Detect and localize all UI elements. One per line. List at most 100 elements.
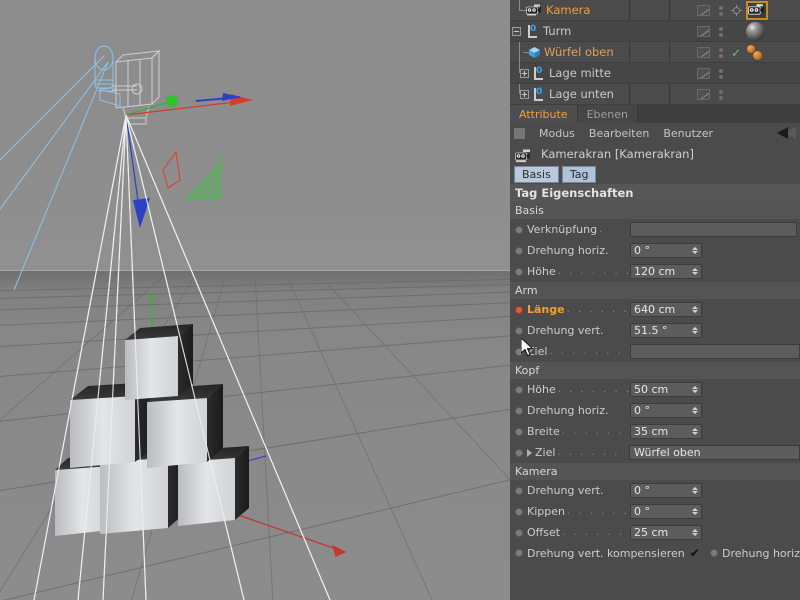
dynamics-tag[interactable] xyxy=(746,43,770,63)
visibility-toggle[interactable] xyxy=(692,47,714,58)
property-row-breite[interactable]: Breite . . . . . . . . 35 cm xyxy=(510,421,800,442)
checkbox-kompensieren[interactable]: ✔ xyxy=(690,546,700,560)
tag-column[interactable] xyxy=(744,22,800,41)
spinner-icon[interactable] xyxy=(692,327,698,334)
animation-dot[interactable] xyxy=(515,427,523,436)
number-field-kopf-hoehe[interactable]: 50 cm xyxy=(630,382,702,397)
group-header-basis: Basis xyxy=(510,202,800,219)
expand-lage-mitte-icon[interactable] xyxy=(520,68,529,78)
camera-tag-selected[interactable] xyxy=(746,1,768,20)
spinner-icon[interactable] xyxy=(692,247,698,254)
attribute-subtabs[interactable]: Basis Tag xyxy=(510,165,800,184)
visibility-toggle[interactable] xyxy=(692,89,714,100)
property-row-kippen[interactable]: Kippen . . . . . . . 0 ° xyxy=(510,501,800,522)
expand-lage-unten-icon[interactable] xyxy=(520,89,529,99)
tag-column[interactable] xyxy=(744,43,800,63)
animation-dot[interactable] xyxy=(515,448,523,457)
animation-dot[interactable] xyxy=(515,385,523,394)
attribute-menubar[interactable]: Modus Bearbeiten Benutzer xyxy=(510,123,800,143)
link-field-ziel-kopf[interactable]: Würfel oben xyxy=(629,445,800,460)
number-field-kamera-drehung-vert[interactable]: 0 ° xyxy=(630,483,702,498)
tab-ebenen[interactable]: Ebenen xyxy=(577,105,638,123)
animation-dot[interactable] xyxy=(515,246,523,255)
number-field-hoehe[interactable]: 120 cm xyxy=(630,264,702,279)
object-row-lage-unten[interactable]: 0 Lage unten xyxy=(510,83,800,105)
animation-dot[interactable] xyxy=(710,549,719,557)
property-label: Länge xyxy=(527,303,565,316)
spinner-icon[interactable] xyxy=(692,508,698,515)
spinner-icon[interactable] xyxy=(692,268,698,275)
right-panel: Kamera 0 Turm Würfel oben ✓ 0 Lage mitte… xyxy=(510,0,800,600)
spinner-icon[interactable] xyxy=(692,386,698,393)
number-field-laenge[interactable]: 640 cm xyxy=(630,302,702,317)
back-arrow-icon[interactable] xyxy=(777,127,788,139)
subtab-tag[interactable]: Tag xyxy=(561,166,597,183)
object-row-wuerfel-oben[interactable]: Würfel oben ✓ xyxy=(510,41,800,63)
sphere-material-tag[interactable] xyxy=(746,22,765,41)
3d-viewport[interactable] xyxy=(0,0,510,600)
animation-dot[interactable] xyxy=(515,406,523,415)
animation-dot[interactable] xyxy=(515,225,523,234)
tag-column[interactable] xyxy=(744,1,800,20)
property-row-ziel-arm[interactable]: Ziel . . . . . . . . . . xyxy=(510,341,800,362)
visibility-dots[interactable] xyxy=(714,26,728,37)
animation-dot[interactable] xyxy=(515,486,523,495)
checkbox-row[interactable]: Drehung vert. kompensieren ✔ Drehung hor… xyxy=(510,543,800,563)
attribute-tabs[interactable]: Attribute Ebenen xyxy=(510,105,800,123)
visibility-dots[interactable] xyxy=(714,68,728,79)
group-header-arm: Arm xyxy=(510,282,800,299)
spinner-icon[interactable] xyxy=(692,428,698,435)
spinner-icon[interactable] xyxy=(692,529,698,536)
property-row-hoehe[interactable]: Höhe . . . . . . . . 120 cm xyxy=(510,261,800,282)
object-manager[interactable]: Kamera 0 Turm Würfel oben ✓ 0 Lage mitte… xyxy=(510,0,800,105)
animation-dot[interactable] xyxy=(515,528,523,537)
mouse-cursor xyxy=(521,338,534,357)
tab-attribute[interactable]: Attribute xyxy=(510,105,578,123)
visibility-toggle[interactable] xyxy=(692,26,714,37)
subtab-basis[interactable]: Basis xyxy=(514,166,559,183)
number-field-offset[interactable]: 25 cm xyxy=(630,525,702,540)
number-field-kippen[interactable]: 0 ° xyxy=(630,504,702,519)
property-row-drehung-horiz[interactable]: Drehung horiz. 0 ° xyxy=(510,240,800,261)
drag-grip-icon[interactable] xyxy=(514,127,525,139)
property-row-offset[interactable]: Offset . . . . . . . . 25 cm xyxy=(510,522,800,543)
visibility-dots[interactable] xyxy=(714,47,728,58)
camera-body-wireframe xyxy=(112,49,161,125)
attribute-manager: Attribute Ebenen Modus Bearbeiten Benutz… xyxy=(510,105,800,600)
visibility-dots[interactable] xyxy=(714,89,728,100)
property-row-kopf-drehung-horiz[interactable]: Drehung horiz. 0 ° xyxy=(510,400,800,421)
visibility-toggle[interactable] xyxy=(692,68,714,79)
collapse-turm-icon[interactable] xyxy=(512,26,521,36)
property-label: Breite xyxy=(527,425,560,438)
object-row-kamera[interactable]: Kamera xyxy=(510,0,800,21)
animation-dot[interactable] xyxy=(515,549,523,557)
spinner-icon[interactable] xyxy=(692,487,698,494)
visibility-toggle[interactable] xyxy=(692,5,714,16)
number-field-drehung-horiz[interactable]: 0 ° xyxy=(630,243,702,258)
spinner-icon[interactable] xyxy=(692,407,698,414)
animation-dot[interactable] xyxy=(515,326,523,335)
property-row-laenge[interactable]: Länge . . . . . . . . 640 cm xyxy=(510,299,800,320)
link-field-ziel-arm[interactable] xyxy=(630,344,800,359)
spinner-icon[interactable] xyxy=(692,306,698,313)
object-row-lage-mitte[interactable]: 0 Lage mitte xyxy=(510,62,800,84)
link-field-verknuepfung[interactable] xyxy=(630,222,797,237)
object-name: Turm xyxy=(543,24,572,38)
object-row-turm[interactable]: 0 Turm xyxy=(510,21,800,42)
property-row-kamera-drehung-vert[interactable]: Drehung vert. 0 ° xyxy=(510,480,800,501)
menu-benutzer[interactable]: Benutzer xyxy=(663,127,713,140)
property-row-ziel-kopf[interactable]: Ziel . . . . . . . . Würfel oben xyxy=(510,442,800,463)
number-field-drehung-vert-arm[interactable]: 51.5 ° xyxy=(630,323,702,338)
menu-modus[interactable]: Modus xyxy=(539,127,575,140)
property-row-kopf-hoehe[interactable]: Höhe . . . . . . . . 50 cm xyxy=(510,379,800,400)
number-field-breite[interactable]: 35 cm xyxy=(630,424,702,439)
menu-bearbeiten[interactable]: Bearbeiten xyxy=(589,127,649,140)
animation-dot[interactable] xyxy=(515,267,523,276)
property-row-verknuepfung[interactable]: Verknüpfung . xyxy=(510,219,800,240)
animation-dot[interactable] xyxy=(515,507,523,516)
visibility-dots[interactable] xyxy=(714,5,728,16)
animation-dot-active[interactable] xyxy=(515,305,523,314)
chevron-right-icon[interactable] xyxy=(527,448,532,457)
number-field-kopf-drehung-horiz[interactable]: 0 ° xyxy=(630,403,702,418)
property-row-drehung-vert-arm[interactable]: Drehung vert. 51.5 ° xyxy=(510,320,800,341)
